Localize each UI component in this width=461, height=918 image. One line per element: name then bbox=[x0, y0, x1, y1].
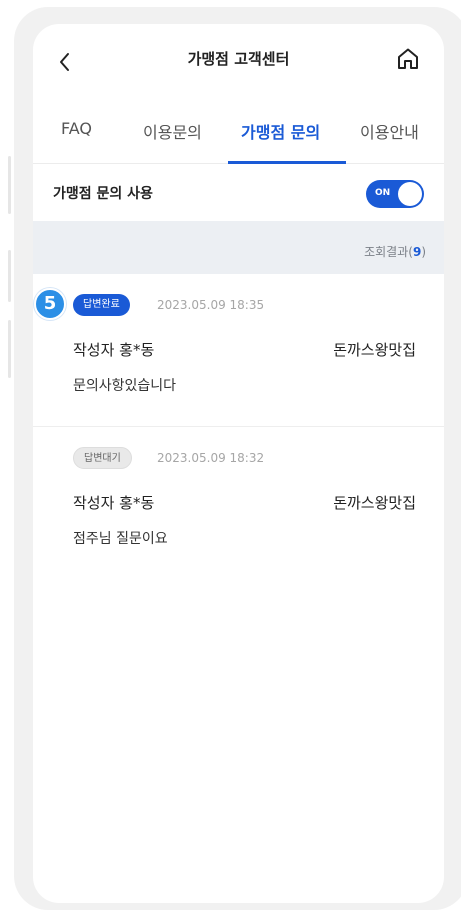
tab-bar: FAQ 이용문의 가맹점 문의 이용안내 bbox=[33, 104, 444, 164]
result-count-text: 조회결과(9) bbox=[364, 243, 426, 260]
toggle-label: 가맹점 문의 사용 bbox=[53, 186, 153, 202]
inquiry-author: 작성자 홍*동 bbox=[73, 494, 155, 512]
inquiry-store: 돈까스왕맛집 bbox=[333, 494, 416, 512]
header: 가맹점 고객센터 bbox=[33, 24, 444, 94]
tab-faq[interactable]: FAQ bbox=[61, 119, 92, 138]
page-title: 가맹점 고객센터 bbox=[187, 50, 290, 68]
phone-side-button bbox=[8, 320, 11, 378]
inquiry-store: 돈까스왕맛집 bbox=[333, 341, 416, 359]
result-label: 조회결과 bbox=[364, 245, 409, 259]
inquiry-author: 작성자 홍*동 bbox=[73, 341, 155, 359]
inquiry-item[interactable]: 답변대기 2023.05.09 18:32 작성자 홍*동 돈까스왕맛집 점주님… bbox=[33, 426, 444, 578]
toggle-knob bbox=[398, 182, 422, 206]
tab-franchise-inquiry[interactable]: 가맹점 문의 bbox=[241, 119, 320, 143]
inquiry-content: 문의사항있습니다 bbox=[73, 378, 177, 394]
tab-usage-guide[interactable]: 이용안내 bbox=[360, 119, 419, 143]
phone-side-button bbox=[8, 250, 11, 302]
result-count-close: ) bbox=[421, 245, 426, 259]
status-badge: 답변대기 bbox=[73, 447, 132, 469]
franchise-inquiry-toggle[interactable]: ON bbox=[366, 180, 424, 208]
franchise-inquiry-toggle-row: 가맹점 문의 사용 ON bbox=[33, 165, 444, 221]
inquiry-item[interactable]: 5 답변완료 2023.05.09 18:35 작성자 홍*동 돈까스왕맛집 문… bbox=[33, 274, 444, 426]
status-badge: 답변완료 bbox=[73, 294, 130, 316]
toggle-state-text: ON bbox=[375, 188, 391, 198]
home-icon[interactable] bbox=[395, 46, 421, 72]
step-number-badge: 5 bbox=[34, 288, 66, 320]
inquiry-date: 2023.05.09 18:35 bbox=[157, 298, 265, 312]
app-screen: 가맹점 고객센터 FAQ 이용문의 가맹점 문의 이용안내 가맹점 문의 사용 … bbox=[33, 24, 444, 903]
phone-side-button bbox=[8, 156, 11, 214]
result-bar: 조회결과(9) bbox=[33, 221, 444, 274]
active-tab-indicator bbox=[228, 161, 346, 164]
inquiry-content: 점주님 질문이요 bbox=[73, 531, 168, 547]
inquiry-date: 2023.05.09 18:32 bbox=[157, 451, 265, 465]
tab-usage-inquiry[interactable]: 이용문의 bbox=[143, 119, 202, 143]
